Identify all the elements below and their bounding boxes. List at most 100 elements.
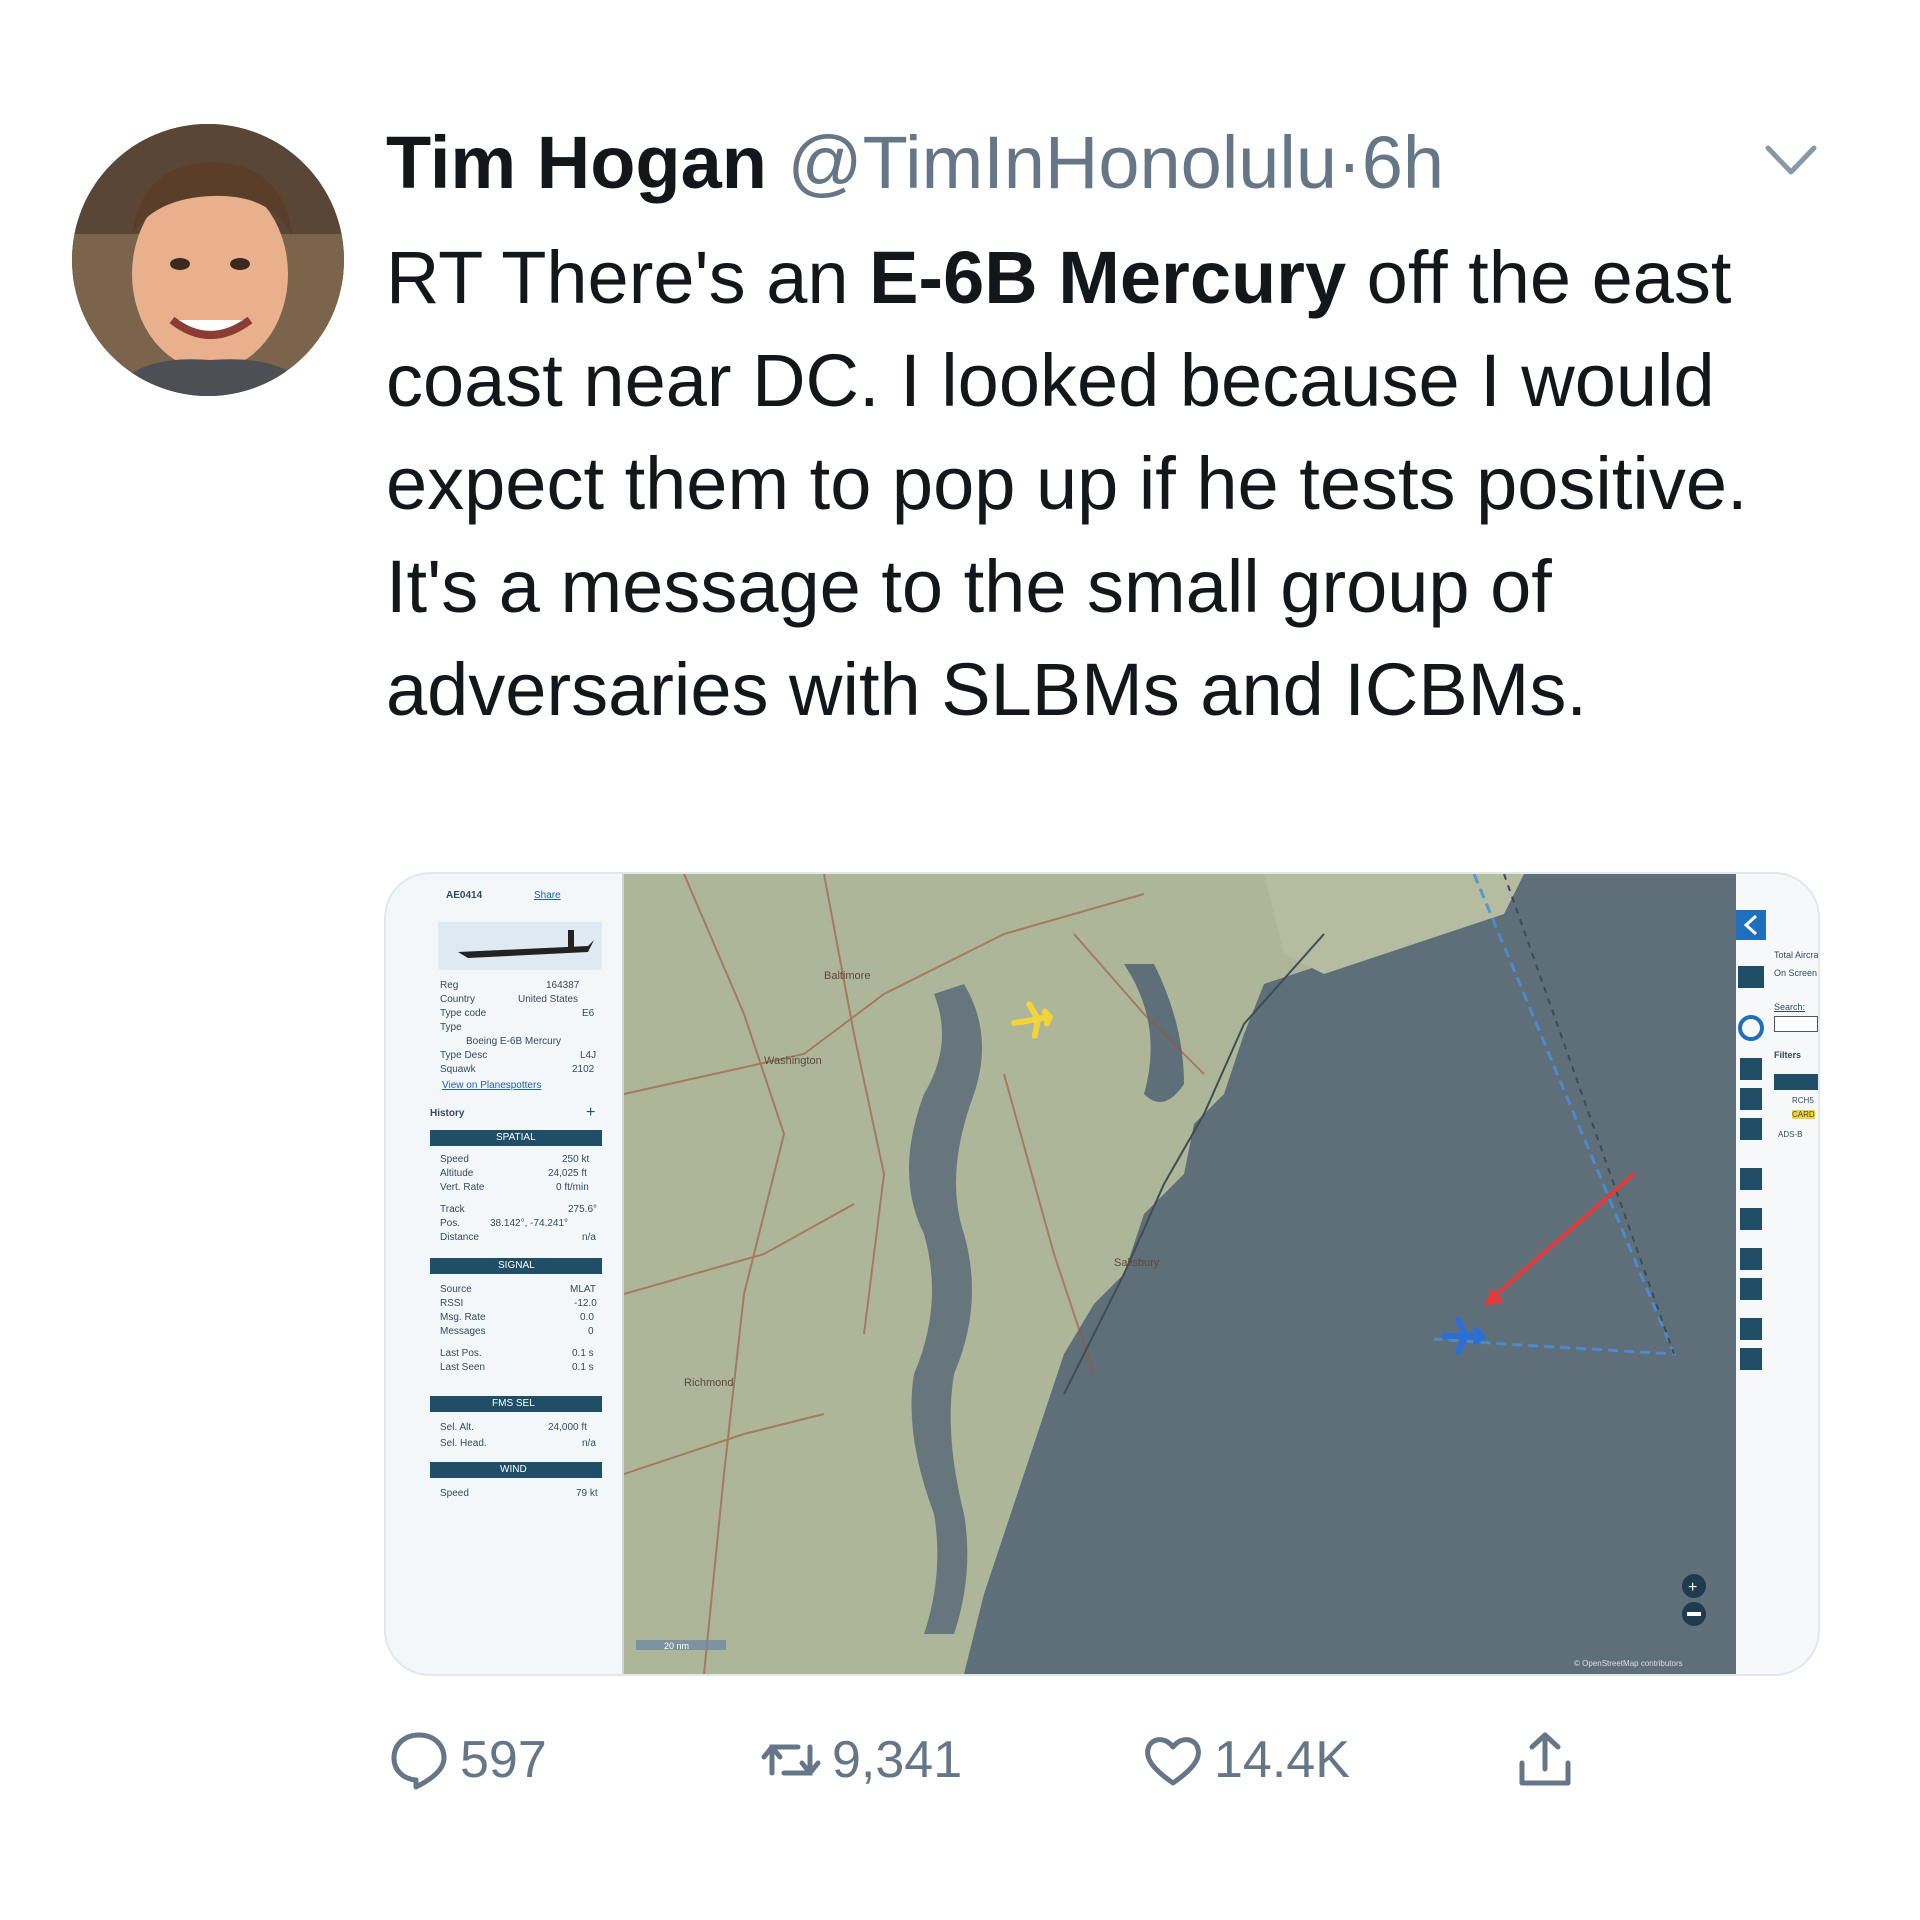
settings-gear-icon[interactable]	[1738, 1015, 1764, 1041]
signal-header: SIGNAL	[430, 1258, 602, 1274]
avatar-photo	[72, 124, 344, 396]
squawk-label: Squawk	[440, 1064, 476, 1075]
fms-header: FMS SEL	[430, 1396, 602, 1412]
tweet-header: Tim Hogan @TimInHonolulu·6h	[386, 118, 1444, 208]
map-label-salisbury: Salisbury	[1114, 1257, 1160, 1269]
right-sidebar: Total Aircraft On Screen Search: Filters…	[1736, 874, 1818, 1674]
selalt-value: 24,000 ft	[548, 1422, 587, 1433]
tweet-actions: 597 9,341 14.4K	[386, 1720, 1686, 1800]
reply-button[interactable]: 597	[386, 1720, 547, 1800]
filter-controls[interactable]	[1774, 1074, 1818, 1090]
toolbar-button-o[interactable]	[1740, 1088, 1762, 1110]
spatial-title: SPATIAL	[496, 1132, 536, 1143]
toolbar-button-p[interactable]	[1740, 1248, 1762, 1270]
toolbar-button-l[interactable]	[1740, 1058, 1762, 1080]
share-button[interactable]	[1512, 1720, 1578, 1800]
squawk-value: 2102	[572, 1064, 595, 1075]
planespotters-link[interactable]: View on Planespotters	[442, 1080, 541, 1091]
signal-title: SIGNAL	[498, 1260, 535, 1271]
reply-icon	[391, 1732, 447, 1790]
history-heading[interactable]: History	[430, 1108, 464, 1119]
track-label: Track	[440, 1204, 465, 1215]
msgrate-value: 0.0	[580, 1312, 594, 1323]
author-handle[interactable]: @TimInHonolulu	[788, 121, 1337, 204]
wind-speed-value: 79 kt	[576, 1488, 598, 1499]
separator-dot: ·	[1337, 121, 1362, 204]
reg-label: Reg	[440, 980, 459, 991]
selhead-value: n/a	[582, 1438, 596, 1449]
filter-rch5[interactable]: RCH5	[1792, 1096, 1814, 1105]
pos-value: 38.142°, -74.241°	[490, 1218, 569, 1229]
expand-history-icon[interactable]: +	[586, 1104, 595, 1122]
pos-label: Pos.	[440, 1218, 461, 1229]
selalt-label: Sel. Alt.	[440, 1422, 474, 1433]
flight-map[interactable]: Washington Baltimore Richmond Salisbury …	[623, 874, 1736, 1674]
typecode-value: E6	[582, 1008, 595, 1019]
reply-count: 597	[460, 1731, 547, 1789]
tweet-text-part-1: RT There's an	[386, 236, 870, 319]
type-value: Boeing E-6B Mercury	[466, 1036, 562, 1047]
retweet-count: 9,341	[832, 1731, 963, 1789]
like-count: 14.4K	[1214, 1731, 1350, 1789]
distance-value: n/a	[582, 1232, 596, 1243]
distance-label: Distance	[440, 1232, 479, 1243]
vrate-label: Vert. Rate	[440, 1182, 485, 1193]
share-icon	[1519, 1732, 1571, 1786]
reg-value: 164387	[546, 980, 580, 991]
map-attribution: © OpenStreetMap contributors	[1574, 1659, 1683, 1668]
total-aircraft-label: Total Aircraft	[1774, 950, 1820, 960]
typedesc-label: Type Desc	[440, 1050, 488, 1061]
like-button[interactable]: 14.4K	[1140, 1720, 1350, 1800]
filter-card[interactable]: CARD	[1792, 1110, 1815, 1119]
zoom-in-icon: +	[1688, 1579, 1697, 1596]
map-label-richmond: Richmond	[684, 1377, 734, 1389]
heart-icon	[1145, 1737, 1201, 1786]
avatar[interactable]	[72, 124, 344, 396]
source-value: MLAT	[570, 1284, 596, 1295]
vrate-value: 0 ft/min	[556, 1182, 589, 1193]
lastpos-value: 0.1 s	[572, 1348, 594, 1359]
altitude-label: Altitude	[440, 1168, 474, 1179]
toolbar-button-i[interactable]	[1740, 1278, 1762, 1300]
wind-header: WIND	[430, 1462, 602, 1478]
country-value: United States	[518, 994, 579, 1005]
typecode-label: Type code	[440, 1008, 487, 1019]
tweet-media[interactable]: AE0414 Share Reg 164387 Country United S…	[384, 872, 1820, 1676]
zoom-out-icon	[1687, 1612, 1701, 1616]
country-label: Country	[440, 994, 476, 1005]
author-name[interactable]: Tim Hogan	[386, 121, 767, 204]
search-label: Search:	[1774, 1002, 1806, 1012]
tweet-time[interactable]: 6h	[1362, 121, 1444, 204]
share-link[interactable]: Share	[534, 890, 561, 901]
rssi-label: RSSI	[440, 1298, 464, 1309]
toolbar-button-k[interactable]	[1740, 1118, 1762, 1140]
on-screen-label: On Screen	[1774, 968, 1818, 978]
aircraft-thumbnail	[438, 922, 602, 970]
toolbar-buttons	[1736, 910, 1766, 1370]
source-label: Source	[440, 1284, 472, 1295]
filters-label: Filters	[1774, 1050, 1802, 1060]
fms-title: FMS SEL	[492, 1398, 535, 1409]
track-value: 275.6°	[568, 1204, 598, 1215]
adsb-label: ADS-B	[1778, 1130, 1803, 1139]
lastseen-label: Last Seen	[440, 1362, 486, 1373]
search-input[interactable]	[1774, 1016, 1818, 1032]
tweet-text: RT There's an E-6B Mercury off the east …	[386, 226, 1826, 741]
toolbar-button-b[interactable]	[1740, 1168, 1762, 1190]
speed-label: Speed	[440, 1154, 469, 1165]
expand-arrows-button[interactable]	[1738, 966, 1764, 988]
chevron-down-icon[interactable]	[1762, 140, 1820, 180]
retweet-button[interactable]: 9,341	[758, 1720, 962, 1800]
callsign: AE0414	[446, 890, 483, 901]
wind-speed-label: Speed	[440, 1488, 469, 1499]
map-canvas: Washington Baltimore Richmond Salisbury …	[623, 874, 1736, 1674]
lastseen-value: 0.1 s	[572, 1362, 594, 1373]
aircraft-info-panel: AE0414 Share Reg 164387 Country United S…	[386, 874, 624, 1674]
toolbar-button-m[interactable]	[1740, 1208, 1762, 1230]
lastpos-label: Last Pos.	[440, 1348, 482, 1359]
toolbar-button-f[interactable]	[1740, 1348, 1762, 1370]
collapse-panel-button[interactable]	[1736, 910, 1766, 940]
toolbar-button-r[interactable]	[1740, 1318, 1762, 1340]
messages-value: 0	[588, 1326, 594, 1337]
type-label: Type	[440, 1022, 462, 1033]
